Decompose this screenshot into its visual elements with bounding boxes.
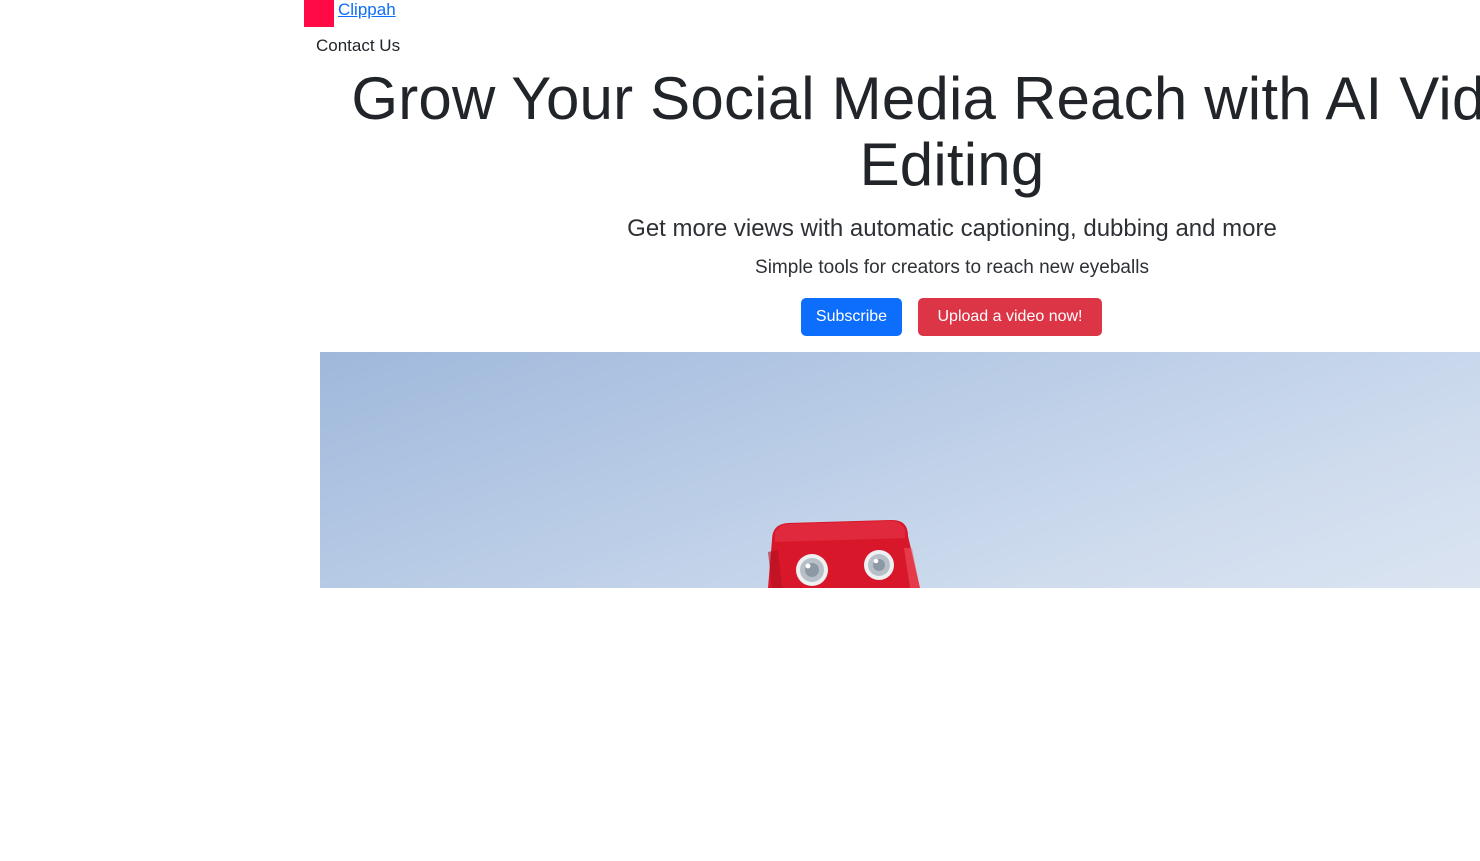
hero-tagline: Simple tools for creators to reach new e… <box>755 257 1149 278</box>
robot-eye-left <box>796 554 828 586</box>
hero-image <box>320 352 1480 588</box>
subscribe-button[interactable]: Subscribe <box>801 298 902 336</box>
clippah-logo-icon <box>304 0 334 27</box>
robot-head <box>768 520 920 588</box>
robot-eye-right <box>864 550 894 580</box>
contact-us-link[interactable]: Contact Us <box>316 36 400 56</box>
brand-name: Clippah <box>338 0 396 19</box>
brand-link[interactable]: Clippah <box>304 0 396 27</box>
hero-subtitle: Get more views with automatic captioning… <box>627 215 1277 242</box>
upload-video-button[interactable]: Upload a video now! <box>918 298 1102 336</box>
hero-title: Grow Your Social Media Reach with AI Vid… <box>351 65 1480 198</box>
robot-illustration <box>768 520 920 588</box>
